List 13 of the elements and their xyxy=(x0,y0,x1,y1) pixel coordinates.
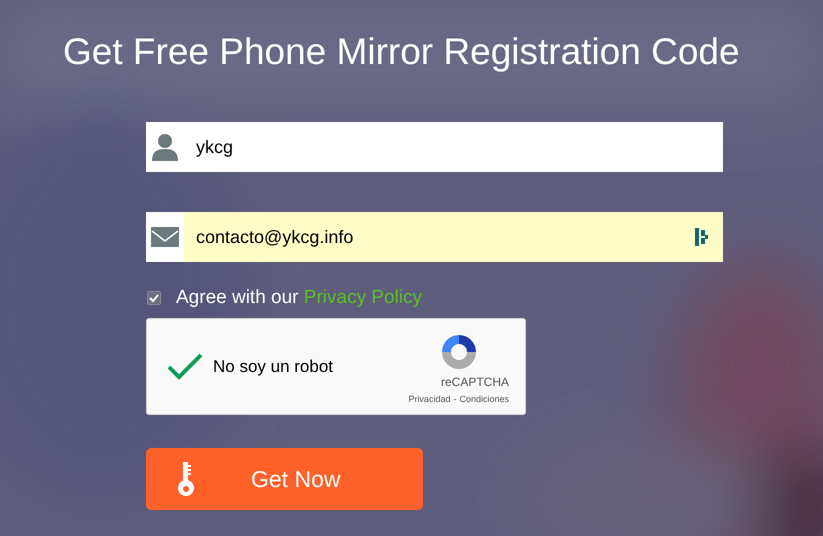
page-title: Get Free Phone Mirror Registration Code xyxy=(63,30,740,74)
person-icon xyxy=(152,133,178,161)
privacy-link[interactable]: Privacidad xyxy=(408,393,450,406)
autofill-icon xyxy=(695,228,709,246)
key-icon xyxy=(176,461,196,497)
recaptcha-brand: reCAPTCHA xyxy=(440,374,509,391)
email-field[interactable]: contacto@ykcg.info xyxy=(184,212,723,262)
separator-text: - xyxy=(453,393,456,406)
agree-checkbox[interactable] xyxy=(147,291,161,305)
agree-label: Agree with our Privacy Policy xyxy=(176,286,422,310)
terms-link[interactable]: Condiciones xyxy=(459,393,509,406)
recaptcha-label: No soy un robot xyxy=(213,356,334,378)
envelope-icon xyxy=(151,227,179,247)
